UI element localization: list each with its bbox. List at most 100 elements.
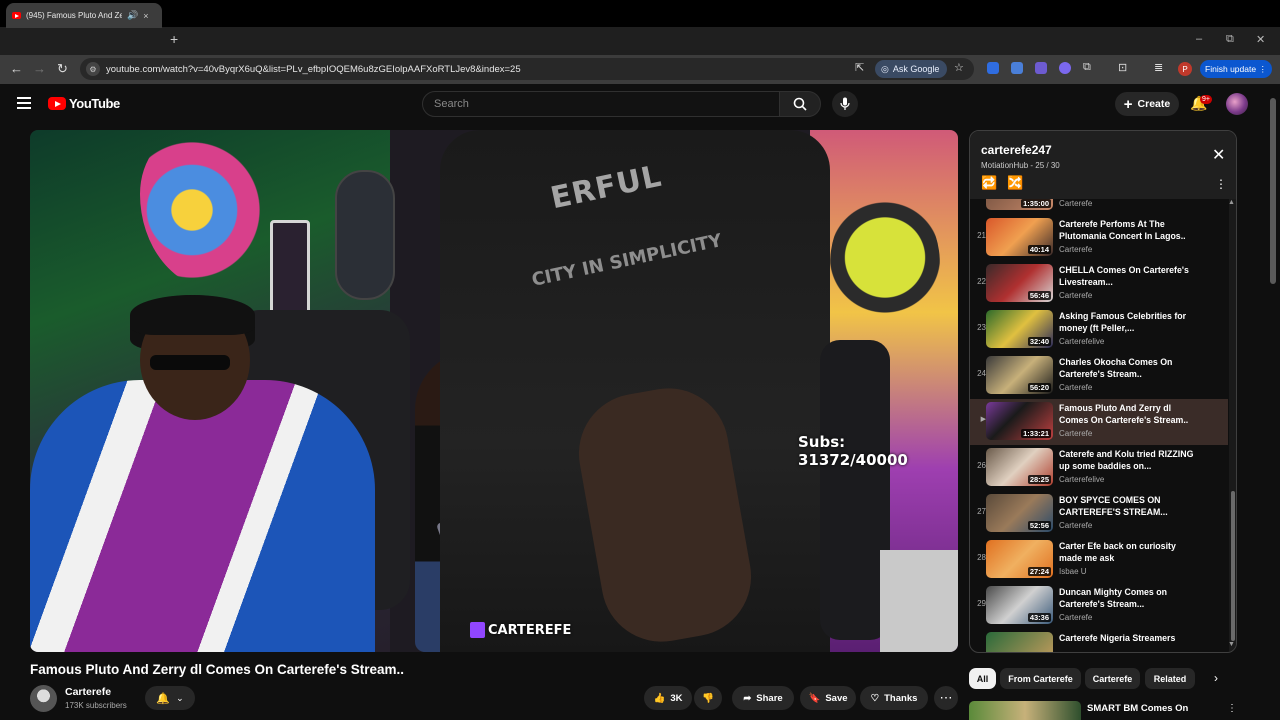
loop-icon[interactable]: 🔁 [981,175,997,191]
video-thumbnail [986,632,1053,652]
thanks-button[interactable]: ♡ Thanks [860,686,928,710]
video-player[interactable]: ERFUL CITY IN SIMPLICITY Subs: 31372/400… [30,130,958,652]
video-channel: Isbae U [1059,567,1087,576]
playlist-item[interactable]: Carterefe Nigeria Streamers [970,629,1228,652]
channel-name[interactable]: Carterefe [65,686,111,698]
microphone-icon [840,97,850,110]
scroll-down-arrow-icon[interactable]: ▼ [1228,641,1235,648]
video-channel: Carterefe [1059,429,1093,438]
playlist-subtitle[interactable]: MotiationHub - 25 / 30 [981,161,1060,170]
account-avatar[interactable] [1226,93,1248,115]
forward-arrow-icon[interactable]: → [33,61,46,76]
kebab-menu-icon[interactable]: ⋮ [1227,703,1237,714]
recommended-title[interactable]: SMART BM Comes On [1087,703,1188,714]
save-label: Save [825,692,848,704]
finish-update-button[interactable]: Finish update ⋮ [1200,60,1272,78]
video-duration: 1:33:21 [1021,429,1051,438]
more-actions-button[interactable]: ⋯ [934,686,958,710]
playlist-scrollbar-thumb[interactable] [1231,491,1235,641]
tab-strip [0,27,1280,55]
playlist-title[interactable]: carterefe247 [981,143,1052,157]
video-channel: Carterefe [1059,199,1093,208]
video-channel: Carterefe [1059,613,1093,622]
recommended-thumbnail[interactable] [969,701,1081,720]
video-channel: Carterefe [1059,245,1093,254]
puzzle-extensions-icon[interactable]: ⧉ [1083,61,1091,74]
share-button[interactable]: ➦ Share [732,686,794,710]
video-thumbnail: 52:56 [986,494,1053,532]
channel-avatar[interactable] [30,685,57,712]
search-button[interactable] [779,91,821,117]
youtube-logo[interactable]: YouTube [48,96,120,111]
playlist-item[interactable]: 29 43:36 Duncan Mighty Comes on Carteref… [970,583,1228,629]
playlist-item[interactable]: 26 28:25 Caterefe and Kolu tried RIZZING… [970,445,1228,491]
playlist-item[interactable]: 23 32:40 Asking Famous Celebrities for m… [970,307,1228,353]
playlist-item[interactable]: 28 27:24 Carter Efe back on curiosity ma… [970,537,1228,583]
tab-close-icon[interactable]: × [143,11,148,21]
profile-avatar[interactable]: P [1178,62,1192,76]
translate-extension-icon[interactable] [1011,62,1023,74]
video-thumbnail: 56:46 [986,264,1053,302]
playlist-item[interactable]: 22 56:46 CHELLA Comes On Carterefe's Liv… [970,261,1228,307]
playlist-item[interactable]: 24 56:20 Charles Okocha Comes On Cartere… [970,353,1228,399]
chevron-right-icon[interactable]: › [1214,671,1218,685]
chip-from-carterefe[interactable]: From Carterefe [1000,668,1081,689]
dislike-button[interactable]: 👎 [694,686,722,710]
video-duration: 40:14 [1027,245,1051,254]
video-person-hair [130,295,255,335]
video-thumbnail: 28:25 [986,448,1053,486]
chip-related[interactable]: Related [1145,668,1195,689]
ask-google-label: Ask Google [892,64,940,74]
install-icon[interactable]: ⇱ [855,61,864,74]
kebab-menu-icon[interactable]: ⋮ [1215,177,1227,191]
subscription-bell-button[interactable]: 🔔 ⌄ [145,686,195,710]
video-channel: Carterefe [1059,521,1093,530]
item-index: 26 [977,461,986,470]
extension-icon[interactable] [1035,62,1047,74]
stream-tag-overlay: CARTEREFE [470,618,571,642]
create-button[interactable]: + Create [1115,92,1179,116]
scroll-up-arrow-icon[interactable]: ▲ [1228,199,1235,206]
address-bar[interactable]: ⚙ youtube.com/watch?v=40vByqrX6uQ&list=P… [80,58,974,80]
new-tab-button[interactable]: + [170,31,178,47]
playlist-item[interactable]: 1:35:00 Carterefe [970,199,1228,215]
voice-search-button[interactable] [832,91,858,117]
item-index: 29 [977,599,986,608]
browser-tab[interactable]: (945) Famous Pluto And Ze 🔊 × [6,3,162,28]
video-duration: 52:56 [1027,521,1051,530]
stream-tag-text: CARTEREFE [488,622,572,638]
ask-google-button[interactable]: ◎ Ask Google [875,60,947,78]
video-channel: Carterefe [1059,383,1093,392]
back-arrow-icon[interactable]: ← [10,61,23,76]
now-playing-icon: ▶ [980,416,986,423]
hamburger-menu-icon[interactable] [17,97,31,109]
window-close-icon[interactable]: ✕ [1256,33,1265,46]
page-scrollbar-thumb[interactable] [1270,98,1276,284]
speaker-icon[interactable]: 🔊 [127,10,138,21]
video-thumbnail: 40:14 [986,218,1053,256]
save-button[interactable]: 🔖 Save [800,686,856,710]
extension-icon[interactable] [1059,62,1071,74]
chip-carterefe[interactable]: Carterefe [1085,668,1140,689]
extension-icon[interactable] [987,62,999,74]
thumbs-down-icon: 👎 [702,692,714,704]
playlist-item[interactable]: 27 52:56 BOY SPYCE COMES ON CARTEREFE'S … [970,491,1228,537]
maximize-icon[interactable]: ⧉ [1226,33,1234,46]
like-button[interactable]: 👍 3K [644,686,692,710]
plus-icon: + [1123,95,1133,113]
playlist-item-current[interactable]: ▶ 1:33:21 Famous Pluto And Zerry dl Come… [970,399,1228,445]
search-input[interactable]: Search [422,91,780,117]
site-info-icon[interactable]: ⚙ [86,62,100,76]
close-icon[interactable]: ✕ [1212,145,1225,165]
video-title: Famous Pluto And Zerry dl Comes On Carte… [30,662,405,677]
chip-all[interactable]: All [969,668,996,689]
reload-icon[interactable]: ↻ [57,61,68,77]
tab-search-icon[interactable]: ⊡ [1118,61,1127,74]
reading-list-icon[interactable]: ≣ [1154,61,1163,74]
bookmark-star-icon[interactable]: ☆ [954,61,964,74]
youtube-favicon-icon [12,12,21,19]
video-duration: 27:24 [1027,567,1051,576]
playlist-item[interactable]: 21 40:14 Carterefe Perfoms At The Plutom… [970,215,1228,261]
shuffle-icon[interactable]: 🔀 [1007,175,1023,191]
minimize-icon[interactable]: – [1196,33,1202,45]
